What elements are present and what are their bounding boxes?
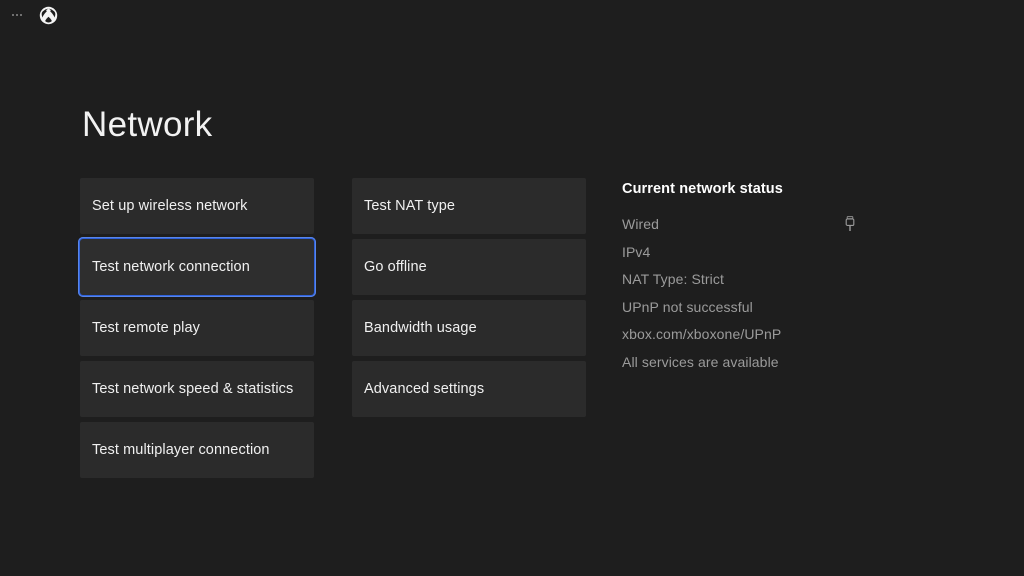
- status-row-ip-version: IPv4: [622, 244, 878, 272]
- ellipsis-dot: [12, 14, 14, 16]
- tile-advanced-settings[interactable]: Advanced settings: [352, 361, 586, 417]
- tile-label: Advanced settings: [364, 381, 485, 397]
- status-row-nat-type: NAT Type: Strict: [622, 271, 878, 299]
- tile-test-remote-play[interactable]: Test remote play: [80, 300, 314, 356]
- tile-test-multiplayer-connection[interactable]: Test multiplayer connection: [80, 422, 314, 478]
- tile-label: Set up wireless network: [92, 198, 248, 214]
- tile-test-network-connection[interactable]: Test network connection: [78, 237, 316, 297]
- ellipsis-dot: [20, 14, 22, 16]
- tile-label: Test multiplayer connection: [92, 442, 270, 458]
- status-value: Wired: [622, 216, 660, 232]
- status-value: UPnP not successful: [622, 298, 753, 315]
- status-row-upnp: UPnP not successful: [622, 299, 878, 327]
- top-bar: [0, 0, 1024, 30]
- status-value: NAT Type: Strict: [622, 271, 724, 287]
- status-value: xbox.com/xboxone/UPnP: [622, 326, 782, 342]
- status-row-connection-type: Wired: [622, 216, 878, 244]
- tile-test-nat-type[interactable]: Test NAT type: [352, 178, 586, 234]
- tile-label: Test network speed & statistics: [92, 381, 294, 397]
- current-network-status-panel: Current network status Wired IPv4 NAT Ty…: [622, 181, 878, 381]
- tile-label: Test NAT type: [364, 198, 456, 214]
- xbox-logo-icon[interactable]: [39, 6, 58, 25]
- tile-label: Go offline: [364, 259, 427, 275]
- ellipsis-dot: [16, 14, 18, 16]
- status-row-upnp-help-link: xbox.com/xboxone/UPnP: [622, 326, 878, 354]
- tile-label: Test network connection: [92, 259, 250, 275]
- tile-set-up-wireless-network[interactable]: Set up wireless network: [80, 178, 314, 234]
- status-row-services: All services are available: [622, 354, 878, 382]
- status-value: IPv4: [622, 243, 651, 260]
- tile-label: Test remote play: [92, 320, 200, 336]
- status-value: All services are available: [622, 353, 779, 370]
- settings-column-secondary: Test NAT type Go offline Bandwidth usage…: [352, 178, 586, 417]
- page-title: Network: [82, 105, 213, 144]
- tile-go-offline[interactable]: Go offline: [352, 239, 586, 295]
- settings-column-primary: Set up wireless network Test network con…: [78, 178, 316, 478]
- ellipsis-icon[interactable]: [8, 8, 26, 22]
- tile-bandwidth-usage[interactable]: Bandwidth usage: [352, 300, 586, 356]
- tile-label: Bandwidth usage: [364, 320, 477, 336]
- status-panel-heading: Current network status: [622, 181, 783, 197]
- ethernet-plug-icon: [844, 216, 856, 232]
- tile-test-network-speed-statistics[interactable]: Test network speed & statistics: [80, 361, 314, 417]
